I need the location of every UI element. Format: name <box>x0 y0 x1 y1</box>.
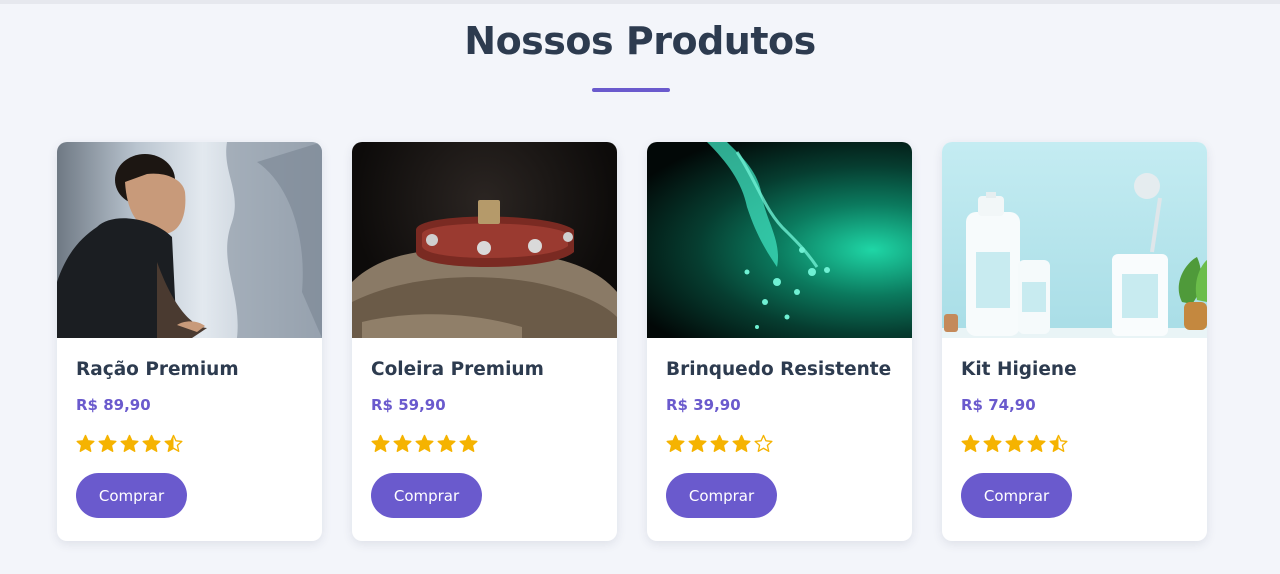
header-shadow-strip <box>0 0 1280 4</box>
star-full-icon <box>459 434 478 452</box>
product-price: R$ 59,90 <box>371 396 446 414</box>
star-full-icon <box>98 434 117 452</box>
product-image-water-splash[interactable] <box>647 142 912 338</box>
star-full-icon <box>983 434 1002 452</box>
buy-button[interactable]: Comprar <box>76 473 187 518</box>
buy-button[interactable]: Comprar <box>371 473 482 518</box>
star-full-icon <box>688 434 707 452</box>
star-full-icon <box>1027 434 1046 452</box>
star-empty-icon <box>754 434 773 452</box>
product-name: Kit Higiene <box>961 359 1077 380</box>
product-image-man-mountain[interactable] <box>57 142 322 338</box>
star-full-icon <box>1005 434 1024 452</box>
product-name: Brinquedo Resistente <box>666 359 892 380</box>
product-card[interactable]: Ração Premium R$ 89,90 Comprar <box>57 142 322 541</box>
product-card[interactable]: Brinquedo Resistente R$ 39,90 Comprar <box>647 142 912 541</box>
product-price: R$ 74,90 <box>961 396 1036 414</box>
product-image-leather-collar[interactable] <box>352 142 617 338</box>
title-underline <box>592 88 670 92</box>
rating-stars <box>961 434 1188 454</box>
star-full-icon <box>393 434 412 452</box>
star-full-icon <box>732 434 751 452</box>
star-full-icon <box>666 434 685 452</box>
product-name: Ração Premium <box>76 359 239 380</box>
rating-stars <box>666 434 893 454</box>
star-full-icon <box>371 434 390 452</box>
star-full-icon <box>961 434 980 452</box>
star-full-icon <box>120 434 139 452</box>
star-full-icon <box>142 434 161 452</box>
rating-stars <box>76 434 303 454</box>
star-full-icon <box>76 434 95 452</box>
product-name: Coleira Premium <box>371 359 544 380</box>
star-half-icon <box>164 434 183 452</box>
product-card[interactable]: Kit Higiene R$ 74,90 Comprar <box>942 142 1207 541</box>
product-card[interactable]: Coleira Premium R$ 59,90 Comprar <box>352 142 617 541</box>
star-half-icon <box>1049 434 1068 452</box>
product-price: R$ 39,90 <box>666 396 741 414</box>
star-full-icon <box>415 434 434 452</box>
buy-button[interactable]: Comprar <box>666 473 777 518</box>
rating-stars <box>371 434 598 454</box>
section-title: Nossos Produtos <box>464 19 816 63</box>
product-image-hygiene-products[interactable] <box>942 142 1207 338</box>
star-full-icon <box>710 434 729 452</box>
product-grid: Ração Premium R$ 89,90 Comprar Coleira P… <box>57 142 1207 541</box>
product-price: R$ 89,90 <box>76 396 151 414</box>
star-full-icon <box>437 434 456 452</box>
buy-button[interactable]: Comprar <box>961 473 1072 518</box>
